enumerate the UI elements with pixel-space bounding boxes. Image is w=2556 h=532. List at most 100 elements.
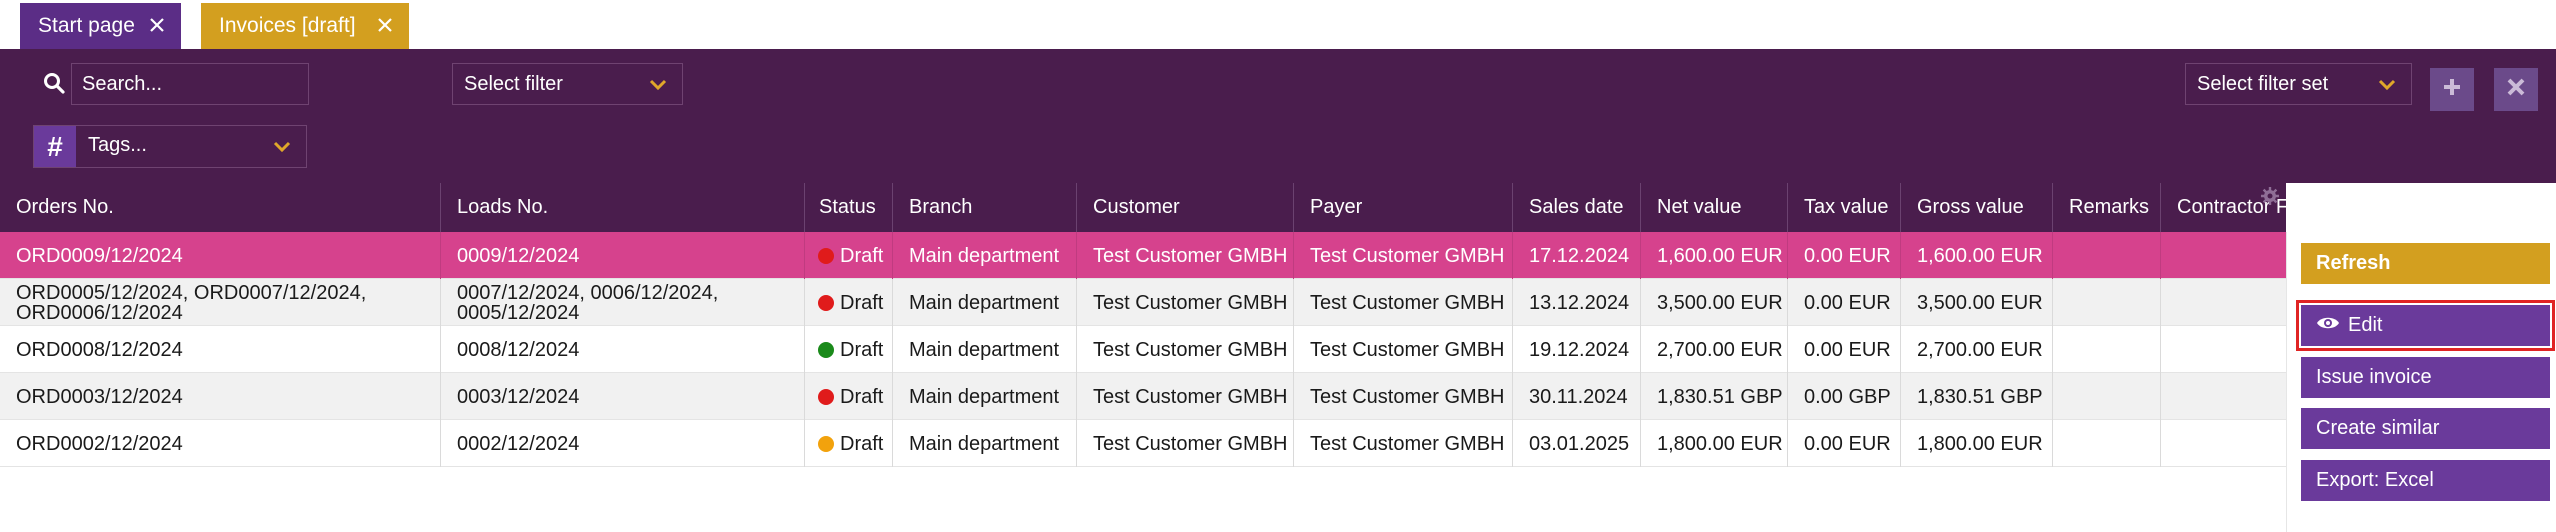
cell-orders-no: ORD0005/12/2024, ORD0007/12/2024, ORD000… bbox=[0, 279, 441, 326]
cell-loads-no: 0009/12/2024 bbox=[441, 232, 805, 279]
column-header-sales-date[interactable]: Sales date bbox=[1513, 183, 1641, 232]
filter-bar: Select filter Select filter set # Tags..… bbox=[0, 49, 2556, 183]
export-excel-label: Export: Excel bbox=[2316, 469, 2434, 491]
status-label: Draft bbox=[840, 385, 884, 408]
cell-contractor bbox=[2161, 279, 2286, 326]
cell-branch: Main department bbox=[893, 373, 1077, 420]
hash-icon: # bbox=[34, 126, 76, 167]
close-icon bbox=[2505, 76, 2527, 103]
status-label: Draft bbox=[840, 432, 884, 455]
status-label: Draft bbox=[840, 338, 884, 361]
cell-sales-date: 19.12.2024 bbox=[1513, 326, 1641, 373]
tab-bar: Start page Invoices [draft] bbox=[0, 0, 2556, 49]
cell-contractor bbox=[2161, 373, 2286, 420]
cell-loads-no: 0003/12/2024 bbox=[441, 373, 805, 420]
cell-branch: Main department bbox=[893, 326, 1077, 373]
column-settings-gear-icon[interactable] bbox=[2260, 186, 2280, 206]
app-window: Start page Invoices [draft] Select filte… bbox=[0, 0, 2556, 532]
issue-invoice-label: Issue invoice bbox=[2316, 366, 2432, 388]
table-row[interactable]: ORD0009/12/2024 0009/12/2024 Draft Main … bbox=[0, 232, 2286, 279]
cell-contractor bbox=[2161, 420, 2286, 467]
cell-orders-no: ORD0003/12/2024 bbox=[0, 373, 441, 420]
issue-invoice-button[interactable]: Issue invoice bbox=[2301, 357, 2550, 398]
cell-net-value: 1,800.00 EUR bbox=[1641, 420, 1788, 467]
cell-tax-value: 0.00 EUR bbox=[1788, 420, 1901, 467]
table-row[interactable]: ORD0005/12/2024, ORD0007/12/2024, ORD000… bbox=[0, 279, 2286, 326]
add-filter-button[interactable] bbox=[2430, 68, 2474, 111]
column-header-branch[interactable]: Branch bbox=[893, 183, 1077, 232]
close-icon[interactable] bbox=[374, 14, 396, 36]
select-filter-dropdown[interactable]: Select filter bbox=[452, 63, 683, 105]
cell-status: Draft bbox=[805, 326, 893, 373]
chevron-down-icon bbox=[648, 76, 668, 92]
cell-orders-no: ORD0002/12/2024 bbox=[0, 420, 441, 467]
tab-label: Start page bbox=[38, 14, 135, 37]
cell-contractor bbox=[2161, 326, 2286, 373]
column-header-status[interactable]: Status bbox=[805, 183, 893, 232]
cell-customer: Test Customer GMBH bbox=[1077, 420, 1294, 467]
clear-filters-button[interactable] bbox=[2494, 68, 2538, 111]
status-dot bbox=[818, 294, 834, 311]
cell-sales-date: 30.11.2024 bbox=[1513, 373, 1641, 420]
cell-gross-value: 1,800.00 EUR bbox=[1901, 420, 2053, 467]
tags-placeholder: Tags... bbox=[88, 134, 147, 156]
actions-panel: Refresh Edit Issue invoice Create simila… bbox=[2286, 232, 2556, 532]
column-header-customer[interactable]: Customer bbox=[1077, 183, 1294, 232]
cell-remarks bbox=[2053, 373, 2161, 420]
status-dot bbox=[818, 247, 834, 264]
cell-payer: Test Customer GMBH bbox=[1294, 326, 1513, 373]
table-row[interactable]: ORD0008/12/2024 0008/12/2024 Draft Main … bbox=[0, 326, 2286, 373]
cell-tax-value: 0.00 GBP bbox=[1788, 373, 1901, 420]
cell-payer: Test Customer GMBH bbox=[1294, 373, 1513, 420]
create-similar-label: Create similar bbox=[2316, 417, 2440, 439]
eye-icon bbox=[2316, 314, 2348, 337]
cell-net-value: 1,600.00 EUR bbox=[1641, 232, 1788, 279]
cell-sales-date: 17.12.2024 bbox=[1513, 232, 1641, 279]
create-similar-button[interactable]: Create similar bbox=[2301, 408, 2550, 449]
tab-start-page[interactable]: Start page bbox=[20, 3, 181, 49]
export-excel-button[interactable]: Export: Excel bbox=[2301, 460, 2550, 501]
cell-tax-value: 0.00 EUR bbox=[1788, 279, 1901, 326]
cell-orders-no: ORD0009/12/2024 bbox=[0, 232, 441, 279]
cell-tax-value: 0.00 EUR bbox=[1788, 326, 1901, 373]
status-label: Draft bbox=[840, 291, 884, 314]
cell-contractor bbox=[2161, 232, 2286, 279]
cell-customer: Test Customer GMBH bbox=[1077, 279, 1294, 326]
cell-status: Draft bbox=[805, 279, 893, 326]
column-header-loads-no[interactable]: Loads No. bbox=[441, 183, 805, 232]
close-icon[interactable] bbox=[146, 14, 168, 36]
refresh-button[interactable]: Refresh bbox=[2301, 243, 2550, 284]
cell-sales-date: 03.01.2025 bbox=[1513, 420, 1641, 467]
tab-label: Invoices [draft] bbox=[219, 14, 356, 37]
cell-net-value: 2,700.00 EUR bbox=[1641, 326, 1788, 373]
tab-invoices-draft[interactable]: Invoices [draft] bbox=[201, 3, 409, 49]
column-header-gross-value[interactable]: Gross value bbox=[1901, 183, 2053, 232]
table-row[interactable]: ORD0003/12/2024 0003/12/2024 Draft Main … bbox=[0, 373, 2286, 420]
table-header: Orders No. Loads No. Status Branch Custo… bbox=[0, 183, 2286, 232]
cell-payer: Test Customer GMBH bbox=[1294, 420, 1513, 467]
column-header-orders-no[interactable]: Orders No. bbox=[0, 183, 441, 232]
cell-gross-value: 2,700.00 EUR bbox=[1901, 326, 2053, 373]
cell-branch: Main department bbox=[893, 232, 1077, 279]
cell-loads-no: 0002/12/2024 bbox=[441, 420, 805, 467]
edit-button[interactable]: Edit bbox=[2296, 300, 2555, 351]
cell-payer: Test Customer GMBH bbox=[1294, 279, 1513, 326]
select-filter-label: Select filter bbox=[464, 72, 563, 95]
cell-status: Draft bbox=[805, 373, 893, 420]
cell-branch: Main department bbox=[893, 420, 1077, 467]
table-row[interactable]: ORD0002/12/2024 0002/12/2024 Draft Main … bbox=[0, 420, 2286, 467]
select-filter-set-dropdown[interactable]: Select filter set bbox=[2185, 63, 2412, 105]
column-header-remarks[interactable]: Remarks bbox=[2053, 183, 2161, 232]
chevron-down-icon bbox=[2377, 76, 2397, 92]
tags-dropdown[interactable]: # Tags... bbox=[33, 125, 307, 168]
search-input[interactable] bbox=[71, 63, 309, 105]
search-icon bbox=[42, 71, 66, 95]
column-header-tax-value[interactable]: Tax value bbox=[1788, 183, 1901, 232]
cell-orders-no: ORD0008/12/2024 bbox=[0, 326, 441, 373]
cell-gross-value: 1,830.51 GBP bbox=[1901, 373, 2053, 420]
column-header-payer[interactable]: Payer bbox=[1294, 183, 1513, 232]
cell-gross-value: 3,500.00 EUR bbox=[1901, 279, 2053, 326]
cell-gross-value: 1,600.00 EUR bbox=[1901, 232, 2053, 279]
column-header-net-value[interactable]: Net value bbox=[1641, 183, 1788, 232]
cell-sales-date: 13.12.2024 bbox=[1513, 279, 1641, 326]
